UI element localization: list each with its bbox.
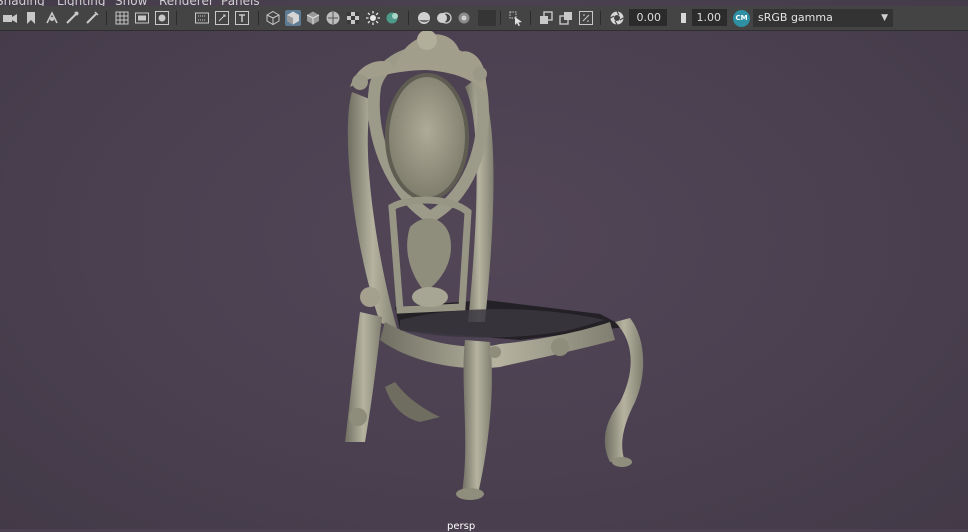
film-gate-icon[interactable] — [134, 10, 150, 26]
field-chart-icon[interactable] — [214, 10, 230, 26]
colorspace-dropdown[interactable]: sRGB gamma ▼ — [753, 9, 893, 27]
wand-icon[interactable] — [64, 10, 80, 26]
camera-name-label: persp — [447, 521, 476, 532]
smooth-shade-icon[interactable] — [285, 10, 301, 26]
wireframe-icon[interactable] — [265, 10, 281, 26]
gamma-icon[interactable] — [673, 10, 689, 26]
panel-toolbar: 0.00 1.00 CM sRGB gamma ▼ — [0, 6, 968, 31]
safe-action-icon[interactable] — [578, 10, 594, 26]
camera-move-icon[interactable] — [44, 10, 60, 26]
viewport-panel[interactable]: persp — [0, 0, 968, 532]
colorspace-value: sRGB gamma — [758, 11, 833, 24]
depth-of-field-icon[interactable] — [456, 10, 472, 26]
gate-mask-icon[interactable] — [194, 10, 210, 26]
resolution-gate-icon[interactable] — [154, 10, 170, 26]
ambient-occlusion-icon[interactable] — [345, 10, 361, 26]
exposure-icon[interactable] — [609, 10, 625, 26]
exposure-field[interactable]: 0.00 — [629, 9, 667, 26]
shadows-icon[interactable] — [385, 10, 401, 26]
anti-aliasing-icon[interactable] — [436, 10, 452, 26]
chevron-down-icon: ▼ — [881, 13, 888, 23]
backface-culling-icon[interactable] — [558, 10, 574, 26]
color-management-icon[interactable]: CM — [733, 10, 750, 27]
safe-title-icon[interactable] — [234, 10, 250, 26]
grid-icon[interactable] — [114, 10, 130, 26]
isolate-select-icon[interactable] — [478, 10, 496, 26]
lighting-icon[interactable] — [365, 10, 381, 26]
wand-icon[interactable] — [84, 10, 100, 26]
chair-model[interactable] — [300, 22, 660, 526]
xray-icon[interactable] — [508, 10, 524, 26]
gamma-field[interactable]: 1.00 — [692, 9, 727, 26]
motion-blur-icon[interactable] — [416, 10, 432, 26]
shade-wireframe-icon[interactable] — [305, 10, 321, 26]
bookmark-icon[interactable] — [23, 10, 39, 26]
xray-joints-icon[interactable] — [538, 10, 554, 26]
camera-icon[interactable] — [2, 10, 18, 26]
textured-icon[interactable] — [325, 10, 341, 26]
